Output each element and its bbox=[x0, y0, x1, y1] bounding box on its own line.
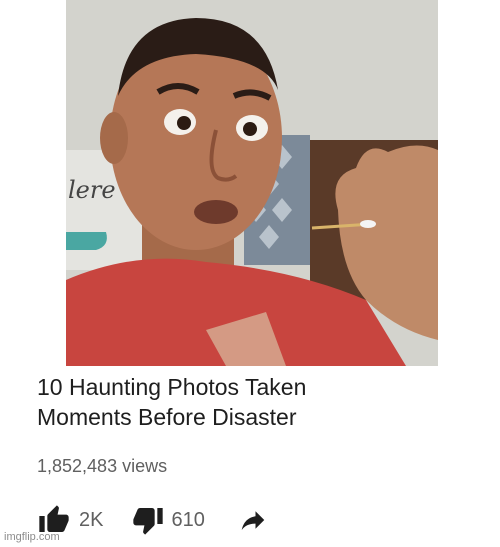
video-actions: 2K 610 bbox=[37, 502, 271, 538]
thumbs-down-icon bbox=[133, 508, 164, 535]
share-arrow-icon bbox=[241, 511, 265, 530]
video-title-line1: 10 Haunting Photos Taken bbox=[37, 374, 307, 400]
video-thumbnail[interactable]: lere bbox=[66, 0, 438, 366]
imgflip-watermark: imgflip.com bbox=[4, 531, 60, 543]
share-button[interactable] bbox=[235, 505, 271, 535]
like-count: 2K bbox=[79, 508, 104, 531]
dislike-count: 610 bbox=[171, 508, 205, 531]
view-count: 1,852,483 views bbox=[37, 456, 168, 476]
video-title[interactable]: 10 Haunting Photos Taken Moments Before … bbox=[37, 372, 477, 432]
video-title-line2: Moments Before Disaster bbox=[37, 404, 297, 430]
thumbnail-photo: lere bbox=[66, 0, 438, 366]
dislike-button[interactable]: 610 bbox=[131, 504, 205, 536]
wall-sign-text: lere bbox=[68, 176, 116, 204]
